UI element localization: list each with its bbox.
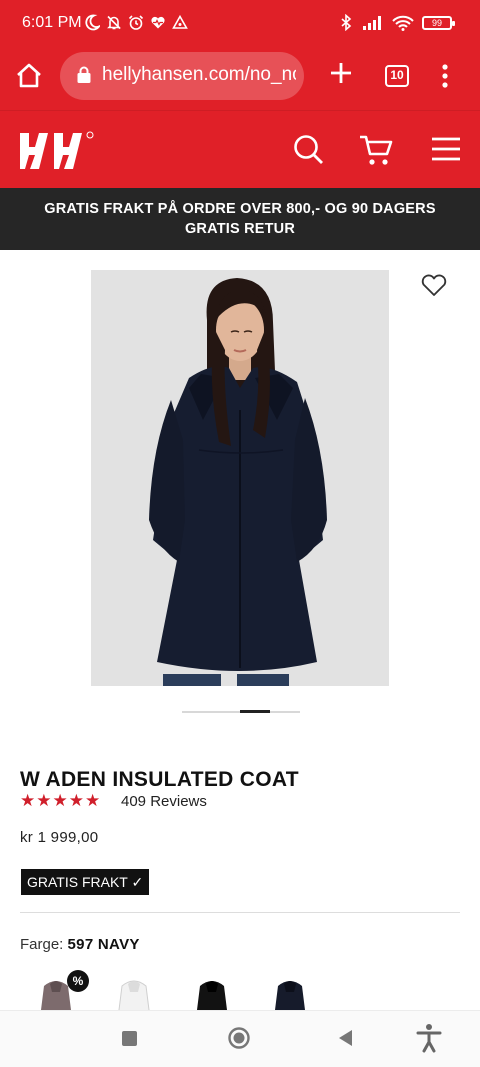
heart-icon[interactable] (420, 272, 448, 298)
recents-button[interactable] (122, 1031, 137, 1046)
address-bar[interactable]: hellyhansen.com/no_no (60, 52, 304, 100)
star-icon: ★ (52, 791, 68, 811)
status-bar: 6:01 PM 99 (0, 0, 480, 48)
star-icon: ★ (20, 791, 36, 811)
moon-icon (85, 14, 100, 31)
location-triangle-icon (172, 14, 188, 29)
swatch-white[interactable] (112, 974, 156, 1010)
product-image[interactable] (91, 270, 389, 686)
lock-icon (77, 66, 91, 83)
star-icon: ★ (85, 791, 101, 811)
url-text[interactable]: hellyhansen.com/no_no (102, 64, 296, 86)
color-selection: Farge: 597 NAVY (20, 936, 140, 953)
star-icon: ★ (36, 791, 52, 811)
gallery-pager[interactable] (182, 710, 300, 713)
promo-banner: GRATIS FRAKT PÅ ORDRE OVER 800,- OG 90 D… (0, 188, 480, 250)
swatch-black[interactable] (190, 974, 234, 1010)
bluetooth-icon (341, 14, 352, 31)
coat-illustration (91, 270, 389, 686)
reviews-link[interactable]: 409 Reviews (121, 793, 207, 810)
swatch-navy[interactable] (268, 974, 312, 1010)
accessibility-icon[interactable] (416, 1023, 442, 1053)
cart-icon[interactable] (358, 133, 394, 169)
product-gallery[interactable] (0, 250, 480, 720)
wifi-icon (392, 15, 414, 31)
hamburger-menu-icon[interactable] (430, 136, 462, 162)
product-price: kr 1 999,00 (20, 829, 99, 846)
bell-off-icon (107, 15, 121, 30)
clock: 6:01 PM (22, 14, 82, 31)
site-header (0, 110, 480, 188)
alarm-icon (128, 15, 144, 30)
back-triangle-icon[interactable] (336, 1028, 356, 1048)
rating-stars[interactable]: ★ ★ ★ ★ ★ (20, 792, 100, 810)
system-nav-bar (0, 1010, 480, 1067)
home-icon[interactable] (14, 61, 44, 91)
gallery-pager-thumb[interactable] (240, 710, 270, 713)
new-tab-icon[interactable] (326, 58, 356, 88)
hh-logo[interactable] (18, 129, 96, 173)
search-icon[interactable] (292, 133, 324, 165)
browser-toolbar: hellyhansen.com/no_no 10 (0, 48, 480, 110)
star-icon: ★ (68, 791, 84, 811)
home-circle-icon[interactable] (227, 1026, 251, 1050)
free-shipping-badge: GRATIS FRAKT ✓ (21, 869, 150, 895)
product-title: W ADEN INSULATED COAT (20, 768, 299, 791)
divider (20, 912, 460, 913)
overflow-menu-icon[interactable] (436, 62, 454, 90)
heart-rate-icon (151, 16, 165, 29)
sale-badge: % (67, 970, 89, 992)
signal-icon (363, 15, 381, 30)
tab-switcher-button[interactable]: 10 (385, 65, 409, 87)
color-label: Farge: (20, 936, 64, 953)
color-swatches: % (0, 968, 480, 1010)
battery-icon: 99 (422, 15, 455, 30)
color-value: 597 NAVY (67, 936, 140, 953)
